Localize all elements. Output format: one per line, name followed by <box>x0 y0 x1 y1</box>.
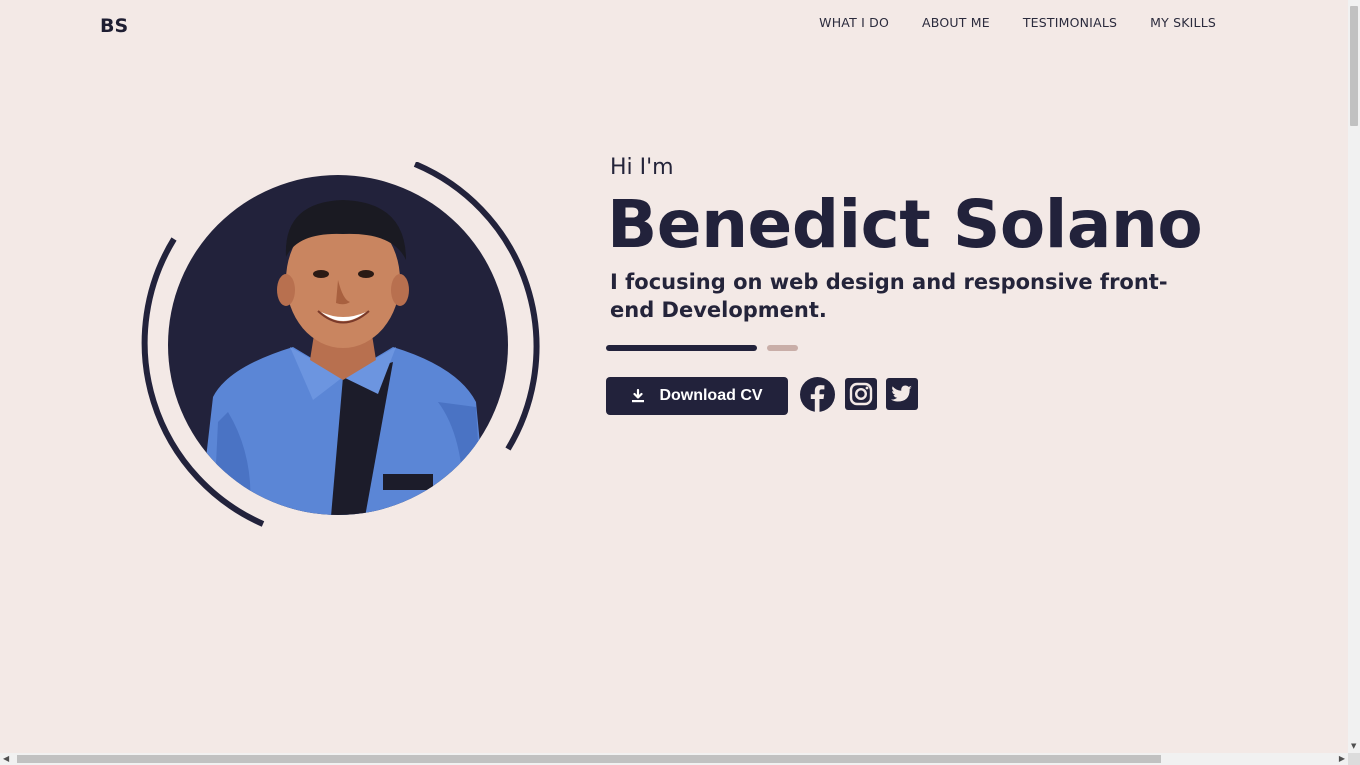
horizontal-scroll-thumb[interactable] <box>17 755 1161 763</box>
nav-link-testimonials[interactable]: TESTIMONIALS <box>1023 15 1117 30</box>
scrollbar-corner <box>1348 753 1360 765</box>
scroll-right-arrow-icon[interactable]: ▶ <box>1339 755 1345 763</box>
logo[interactable]: BS <box>100 15 128 37</box>
hero-portrait <box>138 162 540 528</box>
facebook-icon[interactable] <box>800 377 835 412</box>
nav-links: WHAT I DO ABOUT ME TESTIMONIALS MY SKILL… <box>819 15 1216 30</box>
accent-bar-primary <box>606 345 757 351</box>
hero-greeting: Hi I'm <box>610 155 674 180</box>
download-icon <box>631 389 645 403</box>
portrait-illustration <box>141 162 540 527</box>
nav-link-about-me[interactable]: ABOUT ME <box>922 15 990 30</box>
twitter-icon[interactable] <box>886 378 918 410</box>
nav-link-my-skills[interactable]: MY SKILLS <box>1150 15 1216 30</box>
download-cv-label: Download CV <box>659 387 763 404</box>
nav-link-what-i-do[interactable]: WHAT I DO <box>819 15 889 30</box>
vertical-scroll-thumb[interactable] <box>1350 6 1358 126</box>
instagram-icon[interactable] <box>845 378 877 410</box>
navbar: BS WHAT I DO ABOUT ME TESTIMONIALS MY SK… <box>0 0 1348 50</box>
scroll-left-arrow-icon[interactable]: ◀ <box>3 755 9 763</box>
hero-name: Benedict Solano <box>607 186 1203 263</box>
accent-bar-secondary <box>767 345 798 351</box>
download-cv-button[interactable]: Download CV <box>606 377 788 415</box>
hero-tagline: I focusing on web design and responsive … <box>610 270 1168 322</box>
horizontal-scrollbar[interactable]: ◀ ▶ <box>0 753 1348 765</box>
vertical-scrollbar[interactable]: ▼ <box>1348 0 1360 753</box>
scroll-down-arrow-icon[interactable]: ▼ <box>1351 743 1356 750</box>
